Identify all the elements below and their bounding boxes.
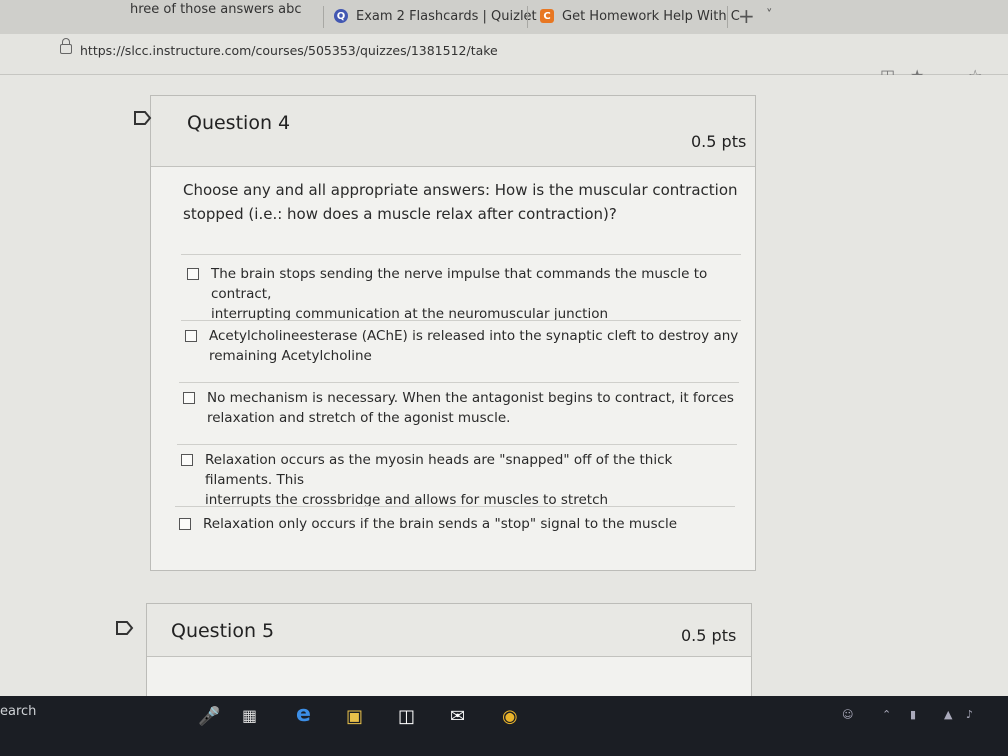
tab-separator (727, 6, 728, 28)
volume-icon[interactable]: ♪ (966, 708, 973, 721)
answer-label: Relaxation occurs as the myosin heads ar… (205, 450, 735, 510)
tab-label: hree of those answers abc (130, 1, 302, 17)
answer-label-line: interrupts the crossbridge and allows fo… (205, 492, 609, 508)
answer-label: No mechanism is necessary. When the anta… (207, 388, 737, 428)
quizlet-icon: Q (334, 9, 348, 23)
answer-label-line: No mechanism is necessary. When the anta… (207, 390, 734, 406)
battery-icon[interactable]: ▮ (910, 708, 916, 721)
flag-question-icon[interactable] (116, 621, 134, 635)
browser-tab-bar: hree of those answers abc Q Exam 2 Flash… (0, 0, 1008, 34)
page-content: Question 4 0.5 pts Choose any and all ap… (0, 75, 1008, 705)
tray-chevron-icon[interactable]: ⌃ (882, 708, 891, 721)
people-icon[interactable]: ☺ (842, 708, 853, 721)
edge-browser-icon[interactable]: e (296, 702, 311, 727)
tab-chegg[interactable]: C Get Homework Help With C (540, 0, 740, 32)
divider (181, 254, 741, 255)
new-tab-button[interactable]: + (738, 4, 755, 28)
answer-label-line: The brain stops sending the nerve impuls… (211, 266, 708, 302)
answer-label-line: relaxation and stretch of the agonist mu… (207, 410, 511, 426)
lock-icon (60, 38, 72, 54)
taskbar-search-box[interactable]: earch (0, 704, 36, 719)
question-text-line: stopped (i.e.: how does a muscle relax a… (183, 205, 617, 223)
answer-checkbox[interactable] (179, 518, 191, 530)
tab-separator (323, 6, 324, 28)
question-header: Question 4 0.5 pts (151, 96, 755, 167)
answer-option[interactable]: Relaxation only occurs if the brain send… (179, 514, 739, 538)
answer-option[interactable]: Acetylcholineesterase (AChE) is released… (185, 326, 745, 370)
answer-option[interactable]: The brain stops sending the nerve impuls… (187, 264, 747, 322)
divider (179, 382, 739, 383)
task-view-icon[interactable]: ▦ (242, 706, 257, 725)
divider (175, 506, 735, 507)
address-bar: https://slcc.instructure.com/courses/505… (0, 34, 1008, 75)
answer-option[interactable]: Relaxation occurs as the myosin heads ar… (181, 450, 741, 508)
tab-answers[interactable]: hree of those answers abc (130, 0, 302, 32)
url-field[interactable]: https://slcc.instructure.com/courses/505… (80, 43, 498, 58)
tab-quizlet[interactable]: Q Exam 2 Flashcards | Quizlet (334, 0, 537, 32)
question-title: Question 4 (187, 112, 291, 134)
answer-checkbox[interactable] (187, 268, 199, 280)
question-points: 0.5 pts (691, 132, 747, 151)
question-text-line: Choose any and all appropriate answers: … (183, 181, 738, 199)
divider (177, 444, 737, 445)
question-text: Choose any and all appropriate answers: … (183, 178, 743, 226)
answer-label-line: interrupting communication at the neurom… (211, 306, 609, 322)
question-header: Question 5 0.5 pts (147, 604, 751, 657)
taskbar: earch 🎤 ▦ e ▣ ◫ ✉ ◉ ☺ ⌃ ▮ ▲ ♪ (0, 696, 1008, 756)
answer-label: Relaxation only occurs if the brain send… (203, 514, 733, 534)
answer-label-line: Relaxation occurs as the myosin heads ar… (205, 452, 673, 488)
answer-checkbox[interactable] (183, 392, 195, 404)
question-points: 0.5 pts (681, 626, 737, 645)
tab-separator (527, 6, 528, 28)
chrome-icon[interactable]: ◉ (502, 706, 518, 727)
microphone-icon[interactable]: 🎤 (198, 706, 220, 727)
mail-icon[interactable]: ✉ (450, 706, 465, 727)
file-explorer-icon[interactable]: ▣ (346, 706, 363, 727)
answer-label-line: Relaxation only occurs if the brain send… (203, 516, 678, 532)
chegg-icon: C (540, 9, 554, 23)
network-icon[interactable]: ▲ (944, 708, 952, 721)
tab-label: Get Homework Help With C (562, 8, 740, 24)
question-card: Question 5 0.5 pts (146, 603, 752, 705)
question-title: Question 5 (171, 620, 275, 642)
answer-label-line: Acetylcholineesterase (AChE) is released… (209, 328, 739, 344)
answer-option[interactable]: No mechanism is necessary. When the anta… (183, 388, 743, 432)
answer-checkbox[interactable] (181, 454, 193, 466)
tab-label: Exam 2 Flashcards | Quizlet (356, 8, 537, 24)
question-card: Question 4 0.5 pts Choose any and all ap… (150, 95, 756, 571)
answer-label: The brain stops sending the nerve impuls… (211, 264, 741, 324)
tab-menu-chevron-icon[interactable]: ˅ (766, 8, 773, 23)
store-icon[interactable]: ◫ (398, 706, 415, 727)
divider (181, 320, 741, 321)
answer-label-line: remaining Acetylcholine (209, 348, 372, 364)
answer-label: Acetylcholineesterase (AChE) is released… (209, 326, 739, 366)
flag-question-icon[interactable] (134, 111, 152, 125)
answer-checkbox[interactable] (185, 330, 197, 342)
